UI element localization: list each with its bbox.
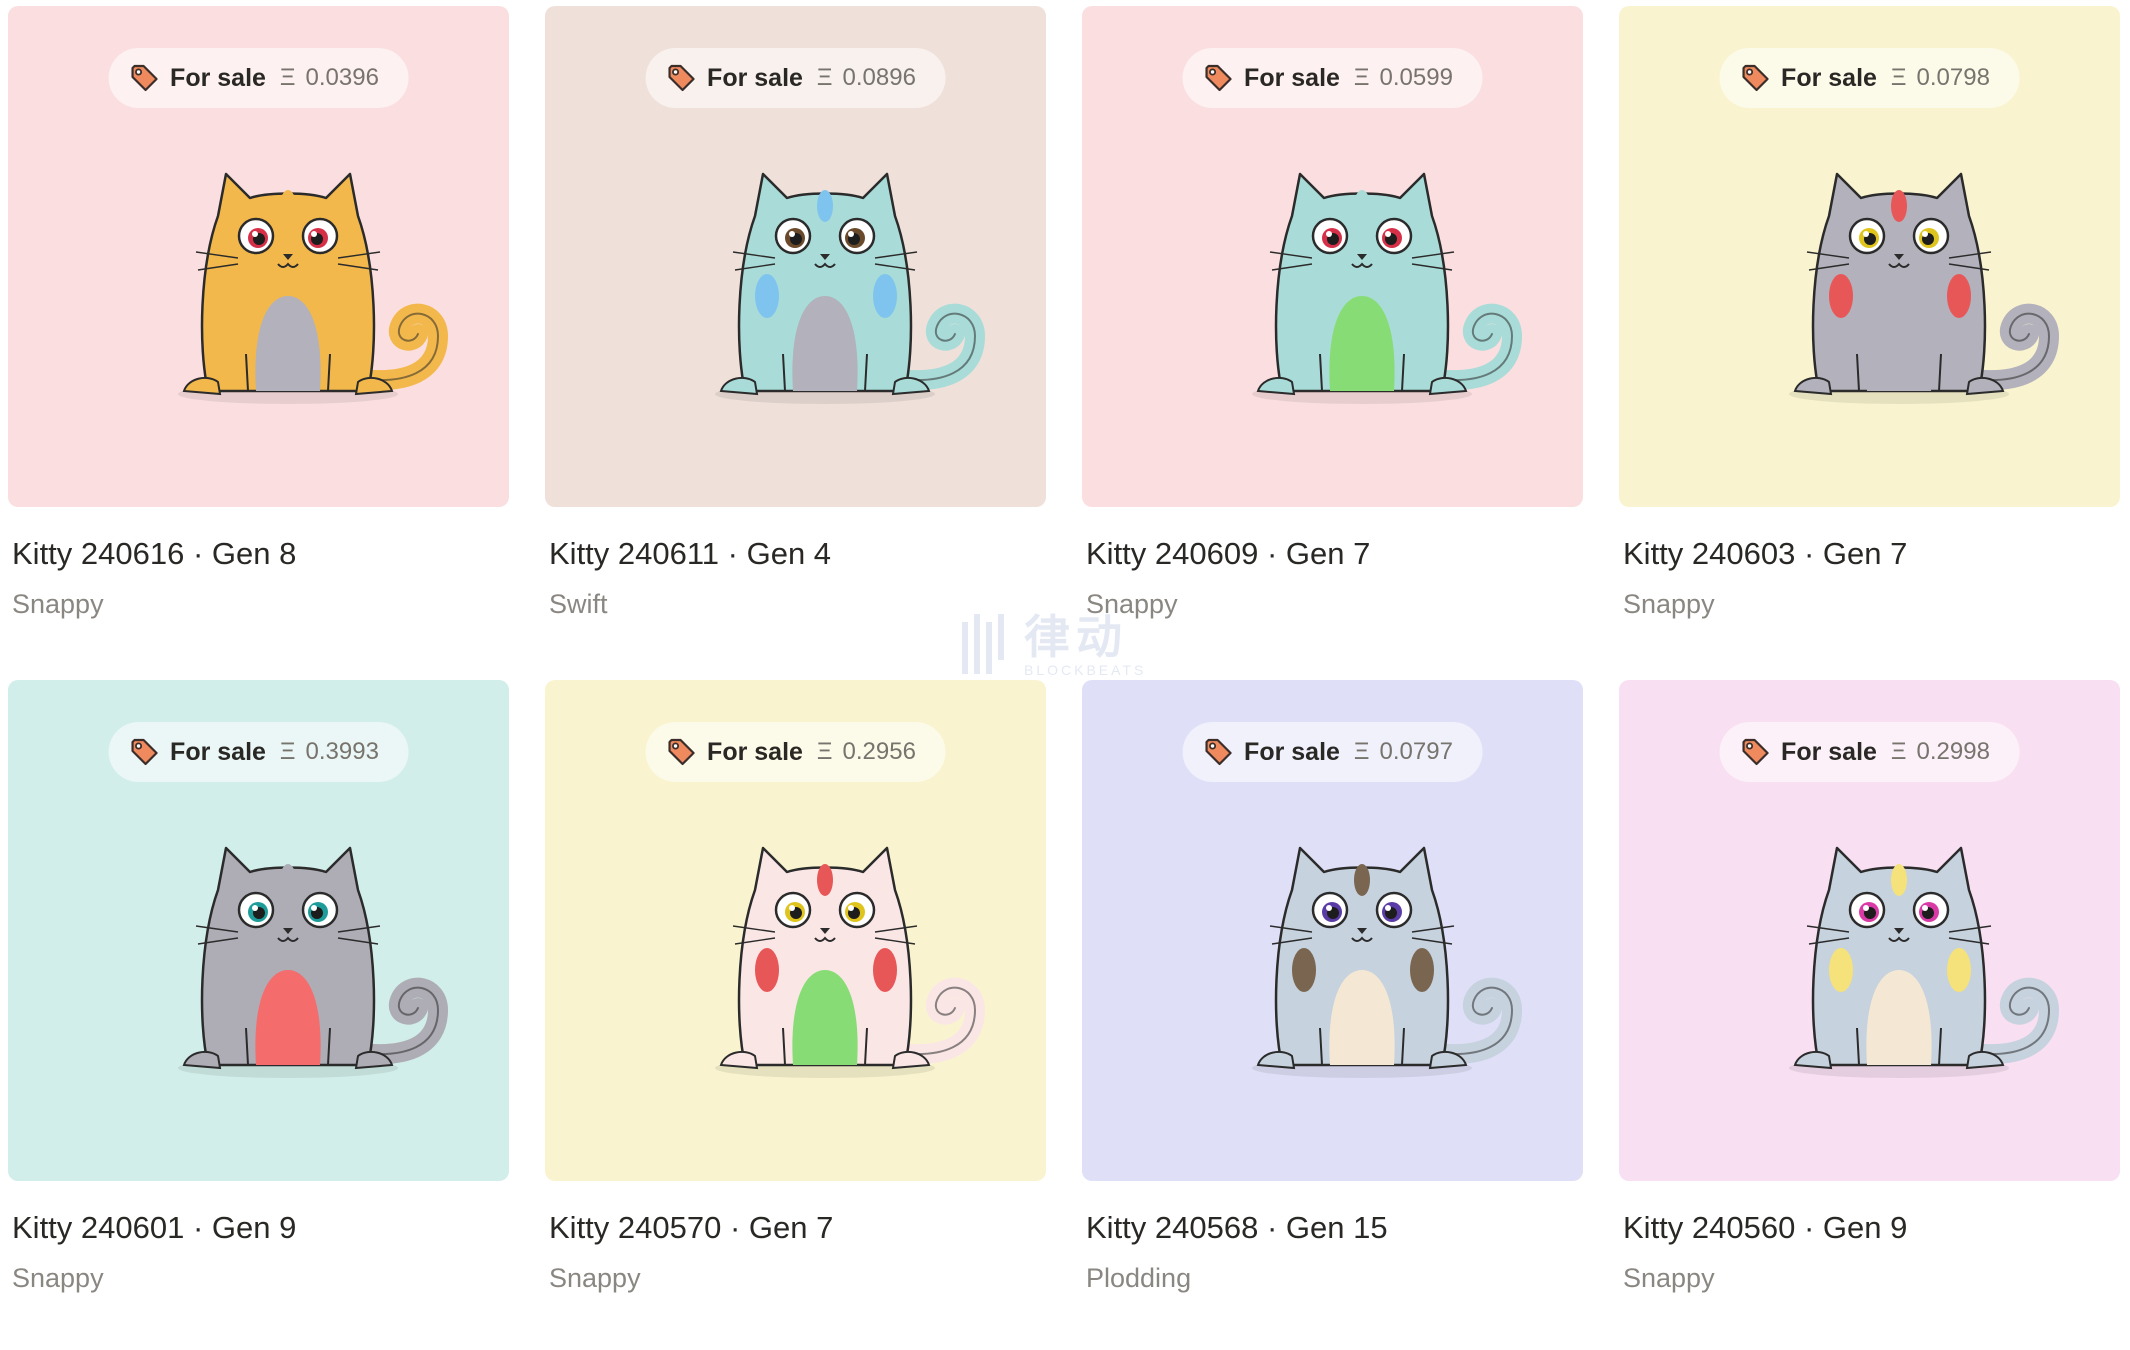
price-value: 0.0396	[305, 64, 379, 91]
kitty-card-8[interactable]: For sale Ξ 0.2998 Kitty 240560 · Gen 9 S…	[1619, 680, 2120, 1350]
kitty-image-tile[interactable]: For sale Ξ 0.0599	[1082, 6, 1583, 507]
for-sale-badge: For sale Ξ 0.0896	[645, 48, 946, 108]
kitty-title[interactable]: Kitty 240611 · Gen 4	[549, 536, 831, 572]
kitty-illustration	[178, 846, 449, 1078]
kitty-card-1[interactable]: For sale Ξ 0.0396 Kitty 240616 · Gen 8 S…	[8, 6, 509, 676]
price-tag-icon	[130, 738, 158, 766]
price-tag-icon	[1741, 738, 1769, 766]
kitty-title[interactable]: Kitty 240609 · Gen 7	[1086, 536, 1370, 572]
price-value: 0.3993	[305, 738, 379, 765]
kitty-image-tile[interactable]: For sale Ξ 0.0797	[1082, 680, 1583, 1181]
ether-symbol: Ξ	[1890, 64, 1907, 91]
price-value: 0.0798	[1916, 64, 1990, 91]
for-sale-badge: For sale Ξ 0.2956	[645, 722, 946, 782]
for-sale-badge: For sale Ξ 0.0396	[108, 48, 409, 108]
kitty-card-5[interactable]: For sale Ξ 0.3993 Kitty 240601 · Gen 9 S…	[8, 680, 509, 1350]
kitty-title[interactable]: Kitty 240570 · Gen 7	[549, 1210, 833, 1246]
kitty-cooldown-speed: Snappy	[549, 1263, 641, 1293]
kitty-title[interactable]: Kitty 240568 · Gen 15	[1086, 1210, 1388, 1246]
ether-symbol: Ξ	[1353, 738, 1370, 765]
kitty-title[interactable]: Kitty 240616 · Gen 8	[12, 536, 296, 572]
kitty-cooldown-speed: Swift	[549, 589, 608, 619]
price-value: 0.0599	[1379, 64, 1453, 91]
for-sale-badge: For sale Ξ 0.3993	[108, 722, 409, 782]
kitty-card-7[interactable]: For sale Ξ 0.0797 Kitty 240568 · Gen 15 …	[1082, 680, 1583, 1350]
kitty-illustration	[1252, 846, 1523, 1078]
for-sale-label: For sale	[707, 63, 803, 92]
kitty-title[interactable]: Kitty 240603 · Gen 7	[1623, 536, 1907, 572]
kitty-illustration	[715, 172, 986, 404]
kitty-cooldown-speed: Snappy	[1623, 589, 1715, 619]
price-value: 0.0797	[1379, 738, 1453, 765]
kitty-image-tile[interactable]: For sale Ξ 0.0396	[8, 6, 509, 507]
kitty-illustration	[178, 172, 449, 404]
for-sale-badge: For sale Ξ 0.0599	[1182, 48, 1483, 108]
ether-symbol: Ξ	[1890, 738, 1907, 765]
kitty-cooldown-speed: Snappy	[1623, 1263, 1715, 1293]
kitty-title[interactable]: Kitty 240601 · Gen 9	[12, 1210, 296, 1246]
for-sale-label: For sale	[1781, 63, 1877, 92]
kitty-illustration	[715, 846, 986, 1078]
for-sale-label: For sale	[1244, 63, 1340, 92]
kitty-image-tile[interactable]: For sale Ξ 0.0896	[545, 6, 1046, 507]
price-tag-icon	[1204, 738, 1232, 766]
for-sale-badge: For sale Ξ 0.0798	[1719, 48, 2020, 108]
for-sale-label: For sale	[170, 63, 266, 92]
for-sale-label: For sale	[707, 737, 803, 766]
kitty-card-6[interactable]: For sale Ξ 0.2956 Kitty 240570 · Gen 7 S…	[545, 680, 1046, 1350]
for-sale-badge: For sale Ξ 0.2998	[1719, 722, 2020, 782]
ether-symbol: Ξ	[279, 64, 296, 91]
price-tag-icon	[667, 64, 695, 92]
price-tag-icon	[667, 738, 695, 766]
kitty-card-4[interactable]: For sale Ξ 0.0798 Kitty 240603 · Gen 7 S…	[1619, 6, 2120, 676]
kitty-image-tile[interactable]: For sale Ξ 0.2956	[545, 680, 1046, 1181]
ether-symbol: Ξ	[279, 738, 296, 765]
kitty-image-tile[interactable]: For sale Ξ 0.3993	[8, 680, 509, 1181]
for-sale-label: For sale	[1244, 737, 1340, 766]
price-tag-icon	[1204, 64, 1232, 92]
for-sale-badge: For sale Ξ 0.0797	[1182, 722, 1483, 782]
kitty-cooldown-speed: Snappy	[1086, 589, 1178, 619]
kitty-image-tile[interactable]: For sale Ξ 0.0798	[1619, 6, 2120, 507]
for-sale-label: For sale	[170, 737, 266, 766]
kitty-illustration	[1789, 172, 2060, 404]
price-value: 0.2998	[1916, 738, 1990, 765]
kitty-grid: For sale Ξ 0.0396 Kitty 240616 · Gen 8 S…	[8, 6, 2120, 1350]
for-sale-label: For sale	[1781, 737, 1877, 766]
ether-symbol: Ξ	[816, 738, 833, 765]
ether-symbol: Ξ	[816, 64, 833, 91]
kitty-illustration	[1789, 846, 2060, 1078]
price-value: 0.0896	[842, 64, 916, 91]
kitty-cooldown-speed: Snappy	[12, 1263, 104, 1293]
kitty-cooldown-speed: Snappy	[12, 589, 104, 619]
kitty-title[interactable]: Kitty 240560 · Gen 9	[1623, 1210, 1907, 1246]
ether-symbol: Ξ	[1353, 64, 1370, 91]
kitty-card-2[interactable]: For sale Ξ 0.0896 Kitty 240611 · Gen 4 S…	[545, 6, 1046, 676]
price-tag-icon	[1741, 64, 1769, 92]
kitty-image-tile[interactable]: For sale Ξ 0.2998	[1619, 680, 2120, 1181]
kitty-cooldown-speed: Plodding	[1086, 1263, 1192, 1293]
kitty-illustration	[1252, 172, 1523, 404]
kitty-card-3[interactable]: For sale Ξ 0.0599 Kitty 240609 · Gen 7 S…	[1082, 6, 1583, 676]
price-value: 0.2956	[842, 738, 916, 765]
price-tag-icon	[130, 64, 158, 92]
